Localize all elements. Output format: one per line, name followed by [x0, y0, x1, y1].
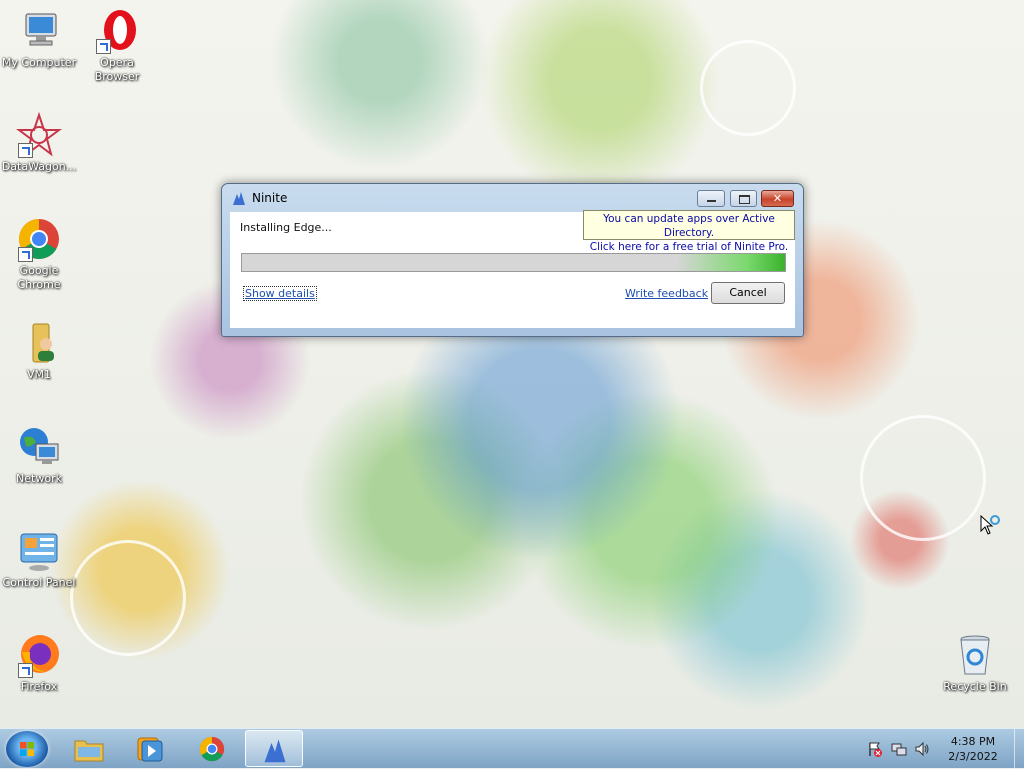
shortcut-arrow-icon	[18, 663, 33, 678]
start-button[interactable]	[6, 731, 48, 767]
recycle-bin-icon	[952, 632, 998, 678]
ninite-window: Ninite ✕ Installing Edge... Show details…	[221, 183, 804, 337]
control-panel-icon	[16, 528, 62, 574]
window-title: Ninite	[252, 191, 288, 205]
media-player-icon	[137, 737, 163, 762]
minimize-button[interactable]	[697, 190, 725, 207]
desktop-icon-label: Firefox	[20, 680, 58, 693]
shortcut-arrow-icon	[96, 39, 111, 54]
cancel-button[interactable]: Cancel	[711, 282, 785, 304]
promo-line-2: Click here for a free trial of Ninite Pr…	[589, 241, 789, 253]
taskbar: 4:38 PM 2/3/2022	[0, 728, 1024, 769]
volume-icon[interactable]	[914, 741, 930, 757]
ninite-icon	[264, 739, 286, 763]
close-icon: ✕	[772, 192, 783, 205]
desktop-icon-label: DataWagon...	[1, 160, 77, 173]
windows-explorer-icon	[74, 740, 104, 762]
desktop-icon-control-panel[interactable]: Control Panel	[0, 528, 78, 590]
desktop-icon-vm1[interactable]: VM1	[0, 320, 78, 382]
maximize-button[interactable]	[730, 190, 757, 207]
desktop-icon-opera[interactable]: Opera Browser	[78, 8, 156, 84]
network-icon	[16, 424, 62, 470]
desktop-icon-label: Control Panel	[2, 576, 76, 589]
datawagon-icon	[16, 111, 62, 158]
show-desktop-button[interactable]	[1014, 729, 1024, 769]
taskbar-media-player[interactable]	[120, 730, 178, 767]
computer-icon	[16, 8, 62, 54]
desktop-icon-recycle-bin[interactable]: Recycle Bin	[936, 632, 1014, 694]
wallpaper-ring	[860, 415, 986, 541]
clock-time: 4:38 PM	[950, 735, 996, 748]
minimize-icon	[707, 200, 716, 202]
clock-date: 2/3/2022	[948, 750, 998, 763]
desktop-icon-label: Google Chrome	[17, 264, 61, 291]
firefox-icon	[16, 632, 62, 678]
desktop-icon-network[interactable]: Network	[0, 424, 78, 486]
install-status-text: Installing Edge...	[240, 221, 332, 234]
window-titlebar[interactable]: Ninite ✕	[222, 184, 803, 211]
ninite-icon	[233, 192, 245, 205]
maximize-icon	[739, 195, 750, 204]
desktop-icon-label: Recycle Bin	[943, 680, 1007, 693]
promo-line-1: You can update apps over Active Director…	[603, 213, 775, 239]
chrome-icon	[16, 216, 62, 262]
desktop-icon-label: Network	[16, 472, 62, 485]
taskbar-ninite[interactable]	[245, 730, 303, 767]
opera-icon	[94, 8, 140, 54]
shortcut-arrow-icon	[18, 247, 33, 262]
desktop-wallpaper	[0, 0, 1024, 728]
windows-logo-icon	[20, 742, 34, 756]
shortcut-arrow-icon	[18, 143, 33, 158]
taskbar-clock[interactable]: 4:38 PM 2/3/2022	[938, 734, 1008, 764]
network-status-icon[interactable]	[891, 741, 907, 757]
wallpaper-ring	[70, 540, 186, 656]
ninite-pro-promo-link[interactable]: You can update apps over Active Director…	[583, 210, 795, 253]
busy-cursor-icon	[980, 515, 1000, 535]
desktop-icon-firefox[interactable]: Firefox	[0, 632, 78, 694]
show-details-link[interactable]: Show details	[243, 286, 317, 301]
user-folder-icon	[16, 320, 62, 366]
desktop-icon-google-chrome[interactable]: Google Chrome	[0, 216, 78, 292]
progress-fill	[242, 254, 785, 271]
desktop-icon-label: VM1	[26, 368, 51, 381]
install-progress-bar	[241, 253, 786, 272]
desktop-icon-datawagon[interactable]: DataWagon...	[0, 111, 78, 174]
desktop-icon-my-computer[interactable]: My Computer	[0, 8, 78, 70]
taskbar-chrome[interactable]	[183, 730, 241, 767]
close-button[interactable]: ✕	[761, 190, 794, 207]
wallpaper-ring	[700, 40, 796, 136]
write-feedback-link[interactable]: Write feedback	[625, 287, 708, 300]
desktop-icon-label: My Computer	[1, 56, 77, 69]
chrome-icon	[199, 736, 225, 762]
taskbar-windows-explorer[interactable]	[60, 730, 118, 767]
action-center-flag-icon[interactable]	[867, 741, 883, 757]
desktop-icon-label: Opera Browser	[94, 56, 140, 83]
